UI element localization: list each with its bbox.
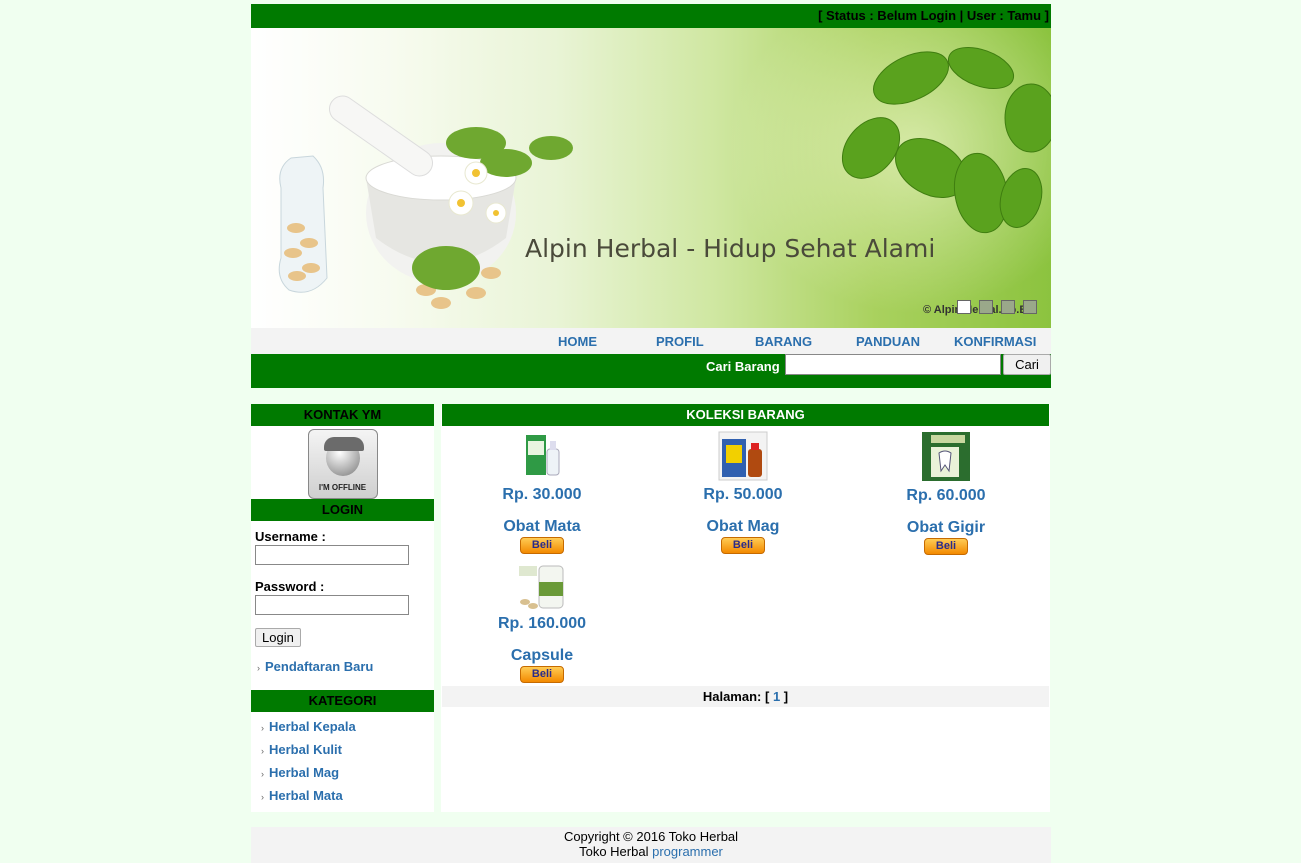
product-name[interactable]: Obat Mata [442,518,642,536]
product-price: Rp. 50.000 [703,486,783,503]
category-link-kepala[interactable]: Herbal Kepala [269,719,356,734]
register-item: › Pendaftaran Baru [255,659,430,674]
nav-profil[interactable]: PROFIL [656,334,704,349]
product-card: Rp. 30.000 Obat Mata Beli [442,431,642,554]
leaves-illustration [841,46,1051,234]
category-header: KATEGORI [251,690,434,712]
password-input[interactable] [255,595,409,615]
buy-button[interactable]: Beli [520,537,564,554]
search-input[interactable] [785,354,1001,375]
mortar-pestle-illustration [278,95,573,309]
footer-credit: Toko Herbal programmer [251,844,1051,859]
product-card: Rp. 50.000 Obat Mag Beli [643,431,843,554]
arrow-icon: › [261,769,264,779]
programmer-link[interactable]: programmer [652,844,723,859]
password-label: Password : [255,579,325,594]
category-item: › Herbal Mag [261,764,434,787]
sidebar: KONTAK YM I'M OFFLINE LOGIN Username : P… [251,404,434,812]
category-link-mata[interactable]: Herbal Mata [269,788,343,803]
product-image[interactable] [522,431,562,481]
slide-dot[interactable] [1023,300,1037,314]
ym-section: I'M OFFLINE [251,426,434,499]
arrow-icon: › [261,792,264,802]
header-banner: Alpin Herbal - Hidup Sehat Alami © Alpin… [251,28,1051,328]
login-status: [ Status : Belum Login | User : Tamu ] [818,8,1049,23]
search-bar: Cari Barang Cari [251,354,1051,388]
buy-button[interactable]: Beli [924,538,968,555]
login-form: Username : Password : Login › Pendaftaran… [251,521,434,678]
pager-close: ] [783,689,789,704]
nav-panduan[interactable]: PANDUAN [856,334,920,349]
ym-status-text: I'M OFFLINE [318,483,367,492]
product-image[interactable] [718,431,768,481]
ym-status-icon[interactable]: I'M OFFLINE [307,429,378,499]
search-button[interactable]: Cari [1003,354,1051,375]
product-price: Rp. 30.000 [502,486,582,503]
arrow-icon: › [257,663,260,673]
ym-header: KONTAK YM [251,404,434,426]
footer-credit-text: Toko Herbal [579,844,649,859]
product-price: Rp. 160.000 [497,615,587,632]
product-panel: KOLEKSI BARANG Rp. 30.000 Obat Mata Beli… [441,404,1050,812]
product-price: Rp. 60.000 [906,487,986,504]
buy-button[interactable]: Beli [520,666,564,683]
product-card: Rp. 160.000 Capsule Beli [442,564,642,683]
slide-dot[interactable] [1001,300,1015,314]
buy-button[interactable]: Beli [721,537,765,554]
category-link-kulit[interactable]: Herbal Kulit [269,742,342,757]
banner-title: Alpin Herbal - Hidup Sehat Alami [525,234,936,263]
product-name[interactable]: Capsule [442,647,642,665]
login-button[interactable]: Login [255,628,301,647]
arrow-icon: › [261,746,264,756]
category-item: › Herbal Mata [261,787,434,810]
category-item: › Herbal Kulit [261,741,434,764]
product-image[interactable] [517,564,567,610]
product-image[interactable] [921,431,971,482]
footer-copyright: Copyright © 2016 Toko Herbal [563,829,739,844]
register-link[interactable]: Pendaftaran Baru [265,659,373,674]
page-link-1[interactable]: 1 [773,689,780,704]
status-bar: [ Status : Belum Login | User : Tamu ] [251,4,1051,28]
arrow-icon: › [261,723,264,733]
username-label: Username : [255,529,326,544]
product-header: KOLEKSI BARANG [442,404,1049,426]
pagination: Halaman: [ 1 ] [442,686,1049,707]
product-card: Rp. 60.000 Obat Gigir Beli [846,431,1046,555]
product-name[interactable]: Obat Mag [643,518,843,536]
nav-home[interactable]: HOME [558,334,597,349]
category-item: › Herbal Kepala [261,718,434,741]
product-name[interactable]: Obat Gigir [846,519,1046,537]
footer: Copyright © 2016 Toko Herbal Toko Herbal… [251,827,1051,863]
main-nav: HOME PROFIL BARANG PANDUAN KONFIRMASI [251,328,1051,354]
slide-dot[interactable] [957,300,971,314]
nav-konfirmasi[interactable]: KONFIRMASI [954,334,1036,349]
slider-dots [957,300,1045,315]
category-link-mag[interactable]: Herbal Mag [269,765,339,780]
nav-barang[interactable]: BARANG [755,334,812,349]
search-label: Cari Barang [706,359,780,374]
page-container: [ Status : Belum Login | User : Tamu ] A… [251,4,1051,388]
slide-dot[interactable] [979,300,993,314]
login-header: LOGIN [251,499,434,521]
pager-label: Halaman: [ [702,689,770,704]
username-input[interactable] [255,545,409,565]
category-list: › Herbal Kepala › Herbal Kulit › Herbal Mag… [251,712,434,810]
